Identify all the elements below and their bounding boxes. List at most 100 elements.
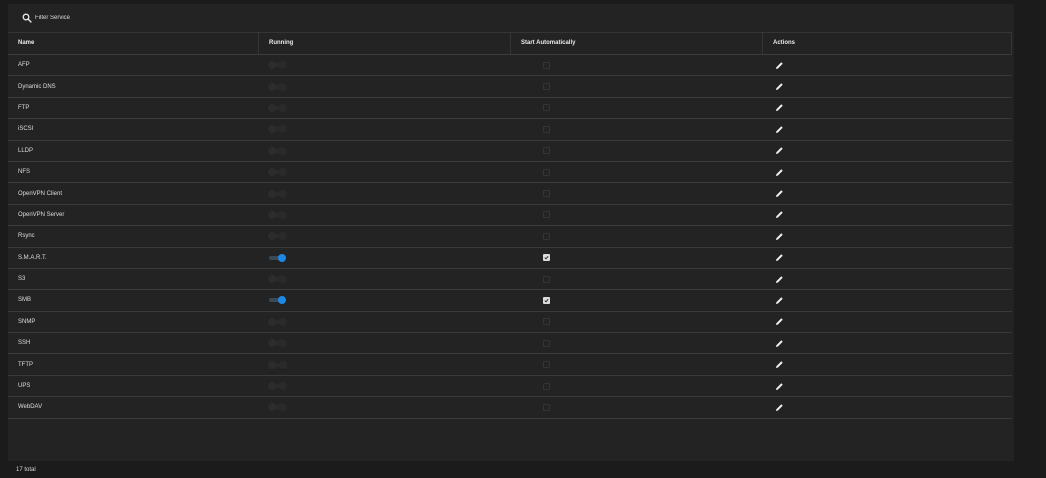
actions-cell [775, 397, 784, 417]
start-automatically-checkbox[interactable] [543, 190, 550, 198]
actions-cell [775, 269, 784, 289]
running-toggle[interactable] [268, 382, 288, 391]
pencil-icon[interactable] [775, 103, 784, 112]
toggle-knob-shadow [279, 232, 287, 241]
running-cell [268, 376, 288, 396]
pencil-icon[interactable] [775, 82, 784, 91]
start-automatically-checkbox[interactable] [543, 83, 550, 91]
running-cell [268, 397, 288, 417]
service-name: iSCSI [18, 126, 34, 133]
search-bar [8, 4, 1014, 32]
start-automatically-checkbox[interactable] [543, 339, 550, 347]
table-row: OpenVPN Server [8, 205, 1012, 227]
checkmark-icon [544, 298, 549, 303]
running-toggle[interactable] [268, 232, 288, 241]
pencil-icon[interactable] [775, 125, 784, 134]
toggle-knob-shadow [279, 61, 287, 70]
start-automatically-checkbox[interactable] [543, 275, 550, 283]
column-header-name[interactable]: Name [8, 33, 259, 54]
start-automatically-checkbox[interactable] [543, 232, 550, 240]
running-toggle[interactable] [268, 125, 288, 134]
actions-cell [775, 226, 784, 246]
running-toggle[interactable] [268, 146, 288, 155]
running-toggle[interactable] [268, 189, 288, 198]
table-row: UPS [8, 376, 1012, 398]
start-automatically-checkbox[interactable] [543, 125, 550, 133]
start-automatically-checkbox[interactable] [543, 147, 550, 155]
start-automatically-cell [543, 76, 550, 96]
service-name: UPS [18, 383, 31, 390]
start-automatically-checkbox[interactable] [543, 211, 550, 219]
start-automatically-checkbox[interactable] [543, 168, 550, 176]
service-name: WebDAV [18, 404, 43, 411]
toggle-knob [268, 275, 276, 284]
running-toggle[interactable] [268, 168, 288, 177]
running-toggle[interactable] [268, 82, 288, 91]
start-automatically-checkbox[interactable] [543, 61, 550, 69]
start-automatically-checkbox[interactable] [543, 318, 550, 326]
pencil-icon[interactable] [775, 232, 784, 241]
start-automatically-checkbox[interactable] [543, 104, 550, 112]
pencil-icon[interactable] [775, 189, 784, 198]
pencil-icon[interactable] [775, 360, 784, 369]
running-toggle[interactable] [268, 360, 288, 369]
checkmark-icon [544, 256, 549, 260]
pencil-icon[interactable] [775, 210, 784, 219]
toggle-knob-shadow [279, 82, 287, 91]
start-automatically-cell [543, 397, 550, 417]
start-automatically-cell [543, 290, 550, 310]
actions-cell [775, 333, 784, 353]
start-automatically-checkbox[interactable] [543, 382, 550, 390]
service-name: SMB [18, 297, 32, 304]
start-automatically-checkbox[interactable] [543, 254, 550, 262]
pencil-icon[interactable] [775, 317, 784, 326]
table-row: SSH [8, 333, 1012, 355]
pencil-icon[interactable] [775, 253, 784, 262]
pencil-icon[interactable] [775, 61, 784, 70]
table-row: TFTP [8, 354, 1012, 376]
running-toggle[interactable] [268, 61, 288, 70]
start-automatically-cell [543, 55, 550, 75]
pencil-icon[interactable] [775, 146, 784, 155]
service-name: SSH [18, 340, 31, 347]
running-cell [268, 290, 288, 310]
search-input[interactable] [35, 12, 275, 24]
running-toggle[interactable] [268, 103, 288, 112]
start-automatically-checkbox[interactable] [543, 403, 550, 411]
toggle-knob [278, 296, 286, 305]
actions-cell [775, 183, 784, 203]
running-cell [268, 76, 288, 96]
start-automatically-checkbox[interactable] [543, 361, 550, 369]
start-automatically-cell [543, 269, 550, 289]
pencil-icon[interactable] [775, 403, 784, 412]
pencil-icon[interactable] [775, 168, 784, 177]
table-row: SMB [8, 290, 1012, 312]
column-header-start-automatically[interactable]: Start Automatically [511, 33, 763, 54]
running-toggle[interactable] [268, 275, 288, 284]
running-cell [268, 226, 288, 246]
toggle-knob [278, 253, 286, 262]
start-automatically-cell [543, 376, 550, 396]
toggle-knob [268, 382, 276, 391]
service-name: S3 [18, 276, 26, 283]
actions-cell [775, 205, 784, 225]
running-toggle[interactable] [268, 403, 288, 412]
table-row: SNMP [8, 312, 1012, 334]
table-row: NFS [8, 162, 1012, 184]
service-name: Rsync [18, 233, 35, 240]
running-toggle[interactable] [268, 210, 288, 219]
running-toggle[interactable] [268, 253, 288, 262]
running-toggle[interactable] [268, 339, 288, 348]
pencil-icon[interactable] [775, 382, 784, 391]
service-name: S.M.A.R.T. [18, 254, 47, 261]
pencil-icon[interactable] [775, 296, 784, 305]
toggle-knob [268, 210, 276, 219]
pencil-icon[interactable] [775, 275, 784, 284]
actions-cell [775, 119, 784, 139]
toggle-knob-shadow [279, 382, 287, 391]
running-toggle[interactable] [268, 317, 288, 326]
running-toggle[interactable] [268, 296, 288, 305]
column-header-running[interactable]: Running [259, 33, 511, 54]
pencil-icon[interactable] [775, 339, 784, 348]
start-automatically-checkbox[interactable] [543, 296, 550, 304]
